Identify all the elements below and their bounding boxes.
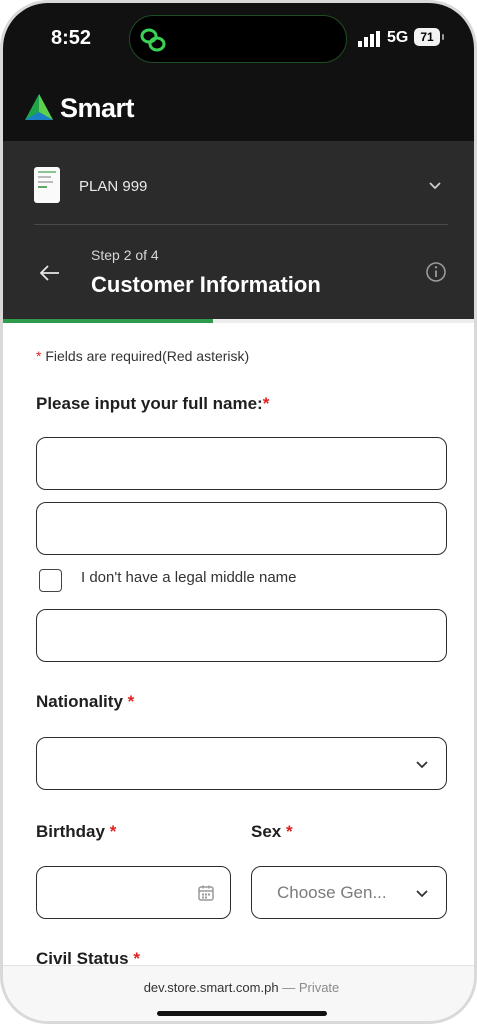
phone-frame: 8:52 5G 71 Smart PLAN 999 Step 2 of 4 Cu… [0,0,477,1024]
battery-icon: 71 [414,28,440,46]
network-type: 5G [387,29,409,46]
birthday-field[interactable] [36,866,231,919]
required-note: * Fields are required(Red asterisk) [36,348,249,364]
smart-logo-icon[interactable] [23,92,55,124]
chevron-down-icon [416,890,428,898]
private-mode-label: Private [298,980,340,995]
last-name-field[interactable] [36,609,447,662]
plan-panel: PLAN 999 Step 2 of 4 Customer Informatio… [3,141,474,319]
sex-select-placeholder: Choose Gen... [277,883,387,902]
required-asterisk: * [285,822,293,841]
no-middle-name-label[interactable]: I don't have a legal middle name [81,569,297,586]
sex-select[interactable]: Choose Gen... [251,866,447,919]
url-separator: — [278,980,299,995]
page-title: Customer Information [91,272,321,297]
dynamic-island [129,15,347,63]
chain-link-icon [140,28,166,52]
nationality-select[interactable] [36,737,447,790]
url-domain: dev.store.smart.com.ph [143,980,279,995]
home-indicator[interactable] [157,1011,327,1016]
calendar-icon[interactable] [197,884,215,902]
brand-name[interactable]: Smart [60,93,135,124]
url-text[interactable]: dev.store.smart.com.ph — Private [3,980,474,995]
sex-label-text: Sex [251,822,282,841]
browser-url-bar[interactable]: dev.store.smart.com.ph — Private [3,965,474,1021]
nationality-label: Nationality * [36,692,134,712]
brand-header: Smart [3,75,474,141]
customer-form: * Fields are required(Red asterisk) Plea… [3,323,474,973]
divider [34,224,448,225]
no-middle-name-checkbox[interactable] [39,569,62,592]
full-name-label-text: Please input your full name: [36,394,263,413]
required-asterisk: * [262,394,270,413]
sex-label: Sex * [251,822,293,842]
first-name-field[interactable] [36,437,447,490]
full-name-label: Please input your full name:* [36,394,269,414]
status-bar: 8:52 5G 71 [3,3,474,75]
step-indicator: Step 2 of 4 [91,247,159,263]
signal-icon [358,31,380,47]
birthday-label-text: Birthday [36,822,105,841]
chevron-down-icon[interactable] [427,177,443,193]
middle-name-field[interactable] [36,502,447,555]
plan-name[interactable]: PLAN 999 [79,178,147,195]
back-arrow-icon[interactable] [39,263,61,283]
chevron-down-icon [416,761,428,769]
required-asterisk: * [109,822,117,841]
required-asterisk: * [127,692,135,711]
required-note-text: Fields are required(Red asterisk) [41,348,250,364]
info-icon[interactable] [425,261,447,283]
nationality-label-text: Nationality [36,692,123,711]
battery-tip [442,34,444,40]
plan-thumbnail-icon [34,167,60,203]
birthday-label: Birthday * [36,822,116,842]
status-time: 8:52 [51,27,92,49]
